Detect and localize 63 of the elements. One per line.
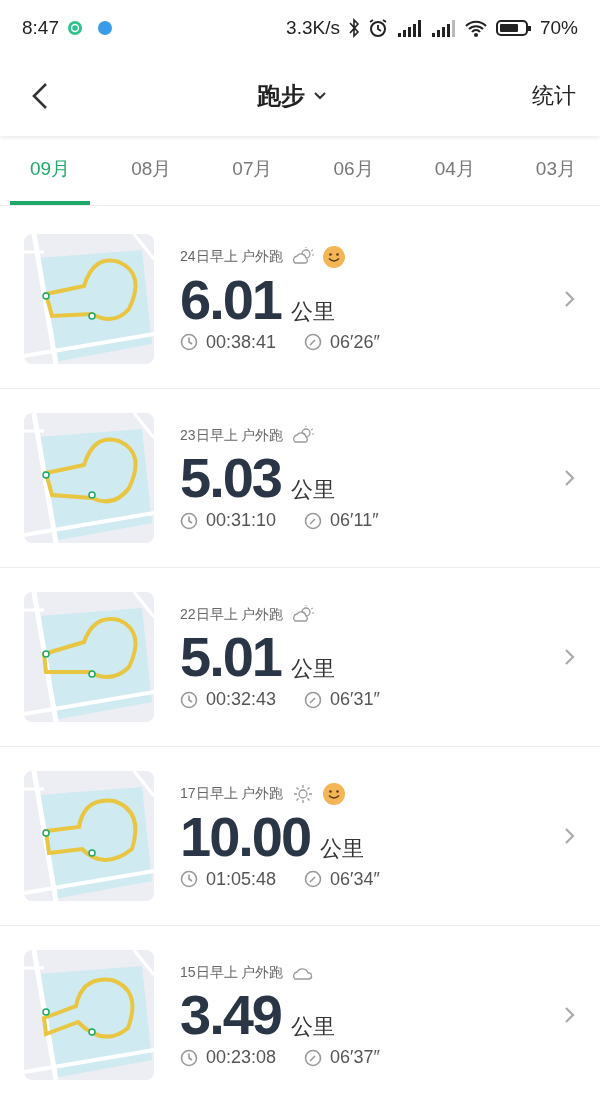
distance-unit: 公里 — [320, 834, 365, 863]
chevron-right-icon[interactable] — [564, 827, 576, 845]
app-icon — [97, 20, 113, 36]
clock-icon — [180, 690, 198, 709]
bluetooth-icon — [347, 18, 360, 38]
clock-icon — [180, 870, 198, 888]
chevron-down-icon[interactable] — [313, 91, 327, 101]
run-duration: 00:32:43 — [206, 689, 277, 710]
clock-icon — [180, 511, 198, 530]
distance-unit: 公里 — [291, 297, 335, 326]
chevron-right-icon[interactable] — [564, 290, 576, 308]
month-tab[interactable]: 08月 — [111, 136, 192, 205]
page-title[interactable]: 跑步 — [257, 80, 305, 112]
wifi-icon — [463, 18, 488, 38]
distance-unit: 公里 — [291, 476, 335, 504]
gauge-icon — [304, 333, 323, 351]
month-tab[interactable]: 04月 — [414, 136, 495, 205]
chevron-right-icon[interactable] — [564, 1006, 576, 1024]
gauge-icon — [304, 1048, 323, 1067]
distance-value: 5.03 — [180, 450, 281, 506]
month-tab[interactable]: 03月 — [515, 136, 596, 205]
month-tab[interactable]: 09月 — [10, 136, 91, 205]
alarm-icon — [367, 18, 388, 38]
signal-icon — [395, 18, 422, 38]
run-pace: 06′34″ — [330, 868, 380, 890]
cloud-sun-icon — [291, 425, 316, 446]
chevron-right-icon[interactable] — [564, 648, 576, 666]
run-duration: 00:23:08 — [206, 1047, 277, 1068]
run-pace: 06′31″ — [330, 689, 380, 710]
run-pace: 06′26″ — [330, 331, 380, 353]
run-date: 23日早上 户外跑 — [180, 426, 284, 445]
run-duration: 00:38:41 — [206, 331, 277, 353]
cloud-sun-icon — [291, 246, 316, 267]
run-date: 24日早上 户外跑 — [180, 247, 284, 266]
clock-icon — [180, 333, 198, 351]
distance-value: 10.00 — [180, 808, 311, 865]
network-speed: 3.3K/s — [286, 17, 340, 39]
signal-icon — [429, 18, 456, 38]
run-date: 22日早上 户外跑 — [180, 605, 284, 624]
clock-icon — [180, 1048, 198, 1067]
app-icon — [67, 20, 83, 36]
distance-value: 6.01 — [180, 271, 281, 328]
run-duration: 01:05:48 — [206, 868, 277, 890]
battery-icon — [495, 18, 532, 38]
distance-value: 3.49 — [180, 987, 281, 1043]
run-duration: 00:31:10 — [206, 510, 277, 531]
gauge-icon — [304, 690, 323, 709]
chevron-right-icon[interactable] — [564, 469, 576, 487]
stats-link[interactable]: 统计 — [532, 81, 576, 111]
distance-value: 5.01 — [180, 629, 281, 685]
gauge-icon — [304, 511, 323, 530]
run-pace: 06′11″ — [330, 510, 379, 531]
distance-unit: 公里 — [291, 1013, 335, 1041]
clock-time: 8:47 — [22, 17, 59, 39]
month-tab[interactable]: 07月 — [212, 136, 293, 205]
run-pace: 06′37″ — [330, 1047, 380, 1068]
gauge-icon — [304, 870, 323, 888]
cloud-sun-icon — [291, 604, 316, 625]
distance-unit: 公里 — [291, 655, 335, 683]
run-date: 15日早上 户外跑 — [180, 963, 284, 982]
run-date: 17日早上 户外跑 — [180, 784, 284, 803]
month-tab[interactable]: 06月 — [313, 136, 394, 205]
battery-percent: 70% — [539, 17, 578, 39]
